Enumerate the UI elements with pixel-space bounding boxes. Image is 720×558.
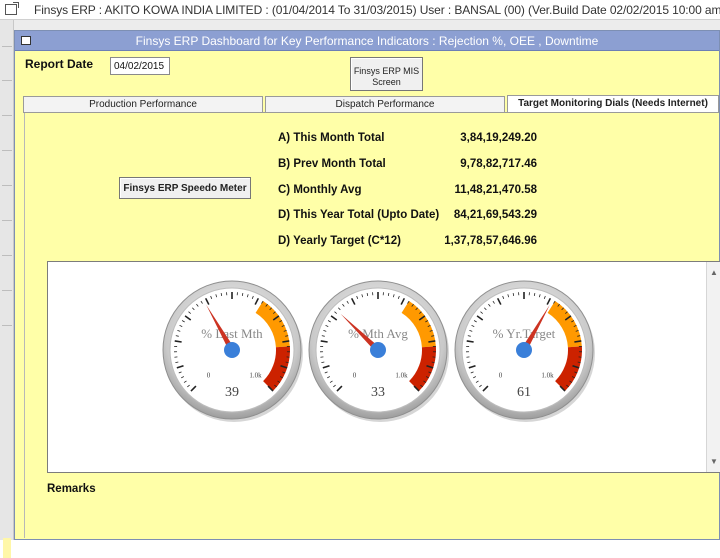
gauge-value-label: 61 bbox=[517, 385, 531, 400]
speedometer-gauge: % Yr.Target 0 1.0k 61 bbox=[455, 281, 595, 422]
gauges-canvas: % Last Mth01.0k39% Mth Avg01.0k33% Yr.Ta… bbox=[48, 262, 706, 472]
outer-status-mark bbox=[3, 538, 11, 558]
outer-window-title: Finsys ERP : AKITO KOWA INDIA LIMITED : … bbox=[34, 3, 720, 17]
app-window-icon bbox=[5, 4, 17, 15]
tab-production-performance[interactable]: Production Performance bbox=[23, 96, 263, 112]
speedo-meter-button[interactable]: Finsys ERP Speedo Meter bbox=[119, 177, 251, 199]
kpi-value-year-total: 84,21,69,543.29 bbox=[454, 209, 537, 221]
gauge-hub bbox=[516, 342, 532, 358]
gauge-tick bbox=[513, 293, 514, 296]
mis-screen-button[interactable]: Finsys ERP MIS Screen bbox=[350, 57, 423, 91]
gauge-min-label: 0 bbox=[499, 371, 503, 379]
gauge-tick bbox=[367, 293, 368, 296]
scroll-down-icon[interactable]: ▼ bbox=[710, 457, 718, 466]
tab-dispatch-performance[interactable]: Dispatch Performance bbox=[265, 96, 505, 112]
gauge-hub bbox=[370, 342, 386, 358]
kpi-label-prev-month: B) Prev Month Total bbox=[278, 158, 386, 170]
gauge-min-label: 0 bbox=[207, 371, 211, 379]
gauge-tick bbox=[388, 293, 389, 296]
gauge-hub bbox=[224, 342, 240, 358]
gauge-value-label: 39 bbox=[225, 385, 239, 400]
outer-left-strip bbox=[0, 20, 14, 540]
kpi-label-year-total: D) This Year Total (Upto Date) bbox=[278, 209, 439, 221]
gauge-tick bbox=[242, 293, 243, 296]
gauge-tick bbox=[467, 341, 474, 342]
speedometer-gauge: % Last Mth 0 1.0k 39 bbox=[163, 281, 303, 422]
kpi-value-monthly-avg: 11,48,21,470.58 bbox=[455, 184, 538, 196]
dashboard-title: Finsys ERP Dashboard for Key Performance… bbox=[15, 34, 719, 48]
gauge-value-label: 33 bbox=[371, 385, 385, 400]
gauge-tick bbox=[282, 341, 289, 342]
gauge-min-label: 0 bbox=[353, 371, 357, 379]
kpi-label-monthly-avg: C) Monthly Avg bbox=[278, 184, 361, 196]
gauge-max-label: 1.0k bbox=[541, 371, 554, 379]
kpi-value-prev-month: 9,78,82,717.46 bbox=[460, 158, 537, 170]
gauge-title: % Last Mth bbox=[201, 326, 263, 341]
kpi-value-this-month: 3,84,19,249.20 bbox=[460, 132, 537, 144]
dashboard-window: Finsys ERP Dashboard for Key Performance… bbox=[14, 30, 720, 540]
speedometer-gauge: % Mth Avg01.0k33 bbox=[309, 281, 449, 422]
kpi-value-yearly-target: 1,37,78,57,646.96 bbox=[444, 235, 537, 247]
report-date-input[interactable] bbox=[110, 57, 170, 75]
gauge-max-label: 1.0k bbox=[395, 371, 408, 379]
gauge-tick bbox=[175, 341, 182, 342]
gauge-tick bbox=[321, 341, 328, 342]
gauge-display-area: % Last Mth01.0k39% Mth Avg01.0k33% Yr.Ta… bbox=[47, 261, 720, 473]
report-date-label: Report Date bbox=[25, 57, 93, 71]
scroll-up-icon[interactable]: ▲ bbox=[710, 268, 718, 277]
kpi-label-this-month: A) This Month Total bbox=[278, 132, 384, 144]
gauge-tick bbox=[534, 293, 535, 296]
gauge-tick bbox=[574, 341, 581, 342]
dashboard-title-bar: Finsys ERP Dashboard for Key Performance… bbox=[15, 31, 719, 51]
gauge-tick bbox=[428, 341, 435, 342]
outer-title-bar: Finsys ERP : AKITO KOWA INDIA LIMITED : … bbox=[0, 0, 720, 20]
kpi-label-yearly-target: D) Yearly Target (C*12) bbox=[278, 235, 401, 247]
remarks-label: Remarks bbox=[47, 483, 96, 495]
gauge-tick bbox=[221, 293, 222, 296]
tab-target-monitoring-dials[interactable]: Target Monitoring Dials (Needs Internet) bbox=[507, 95, 719, 112]
gauge-title: % Yr.Target bbox=[493, 326, 556, 341]
gauge-max-label: 1.0k bbox=[249, 371, 262, 379]
vertical-scrollbar[interactable]: ▲ ▼ bbox=[706, 262, 720, 472]
